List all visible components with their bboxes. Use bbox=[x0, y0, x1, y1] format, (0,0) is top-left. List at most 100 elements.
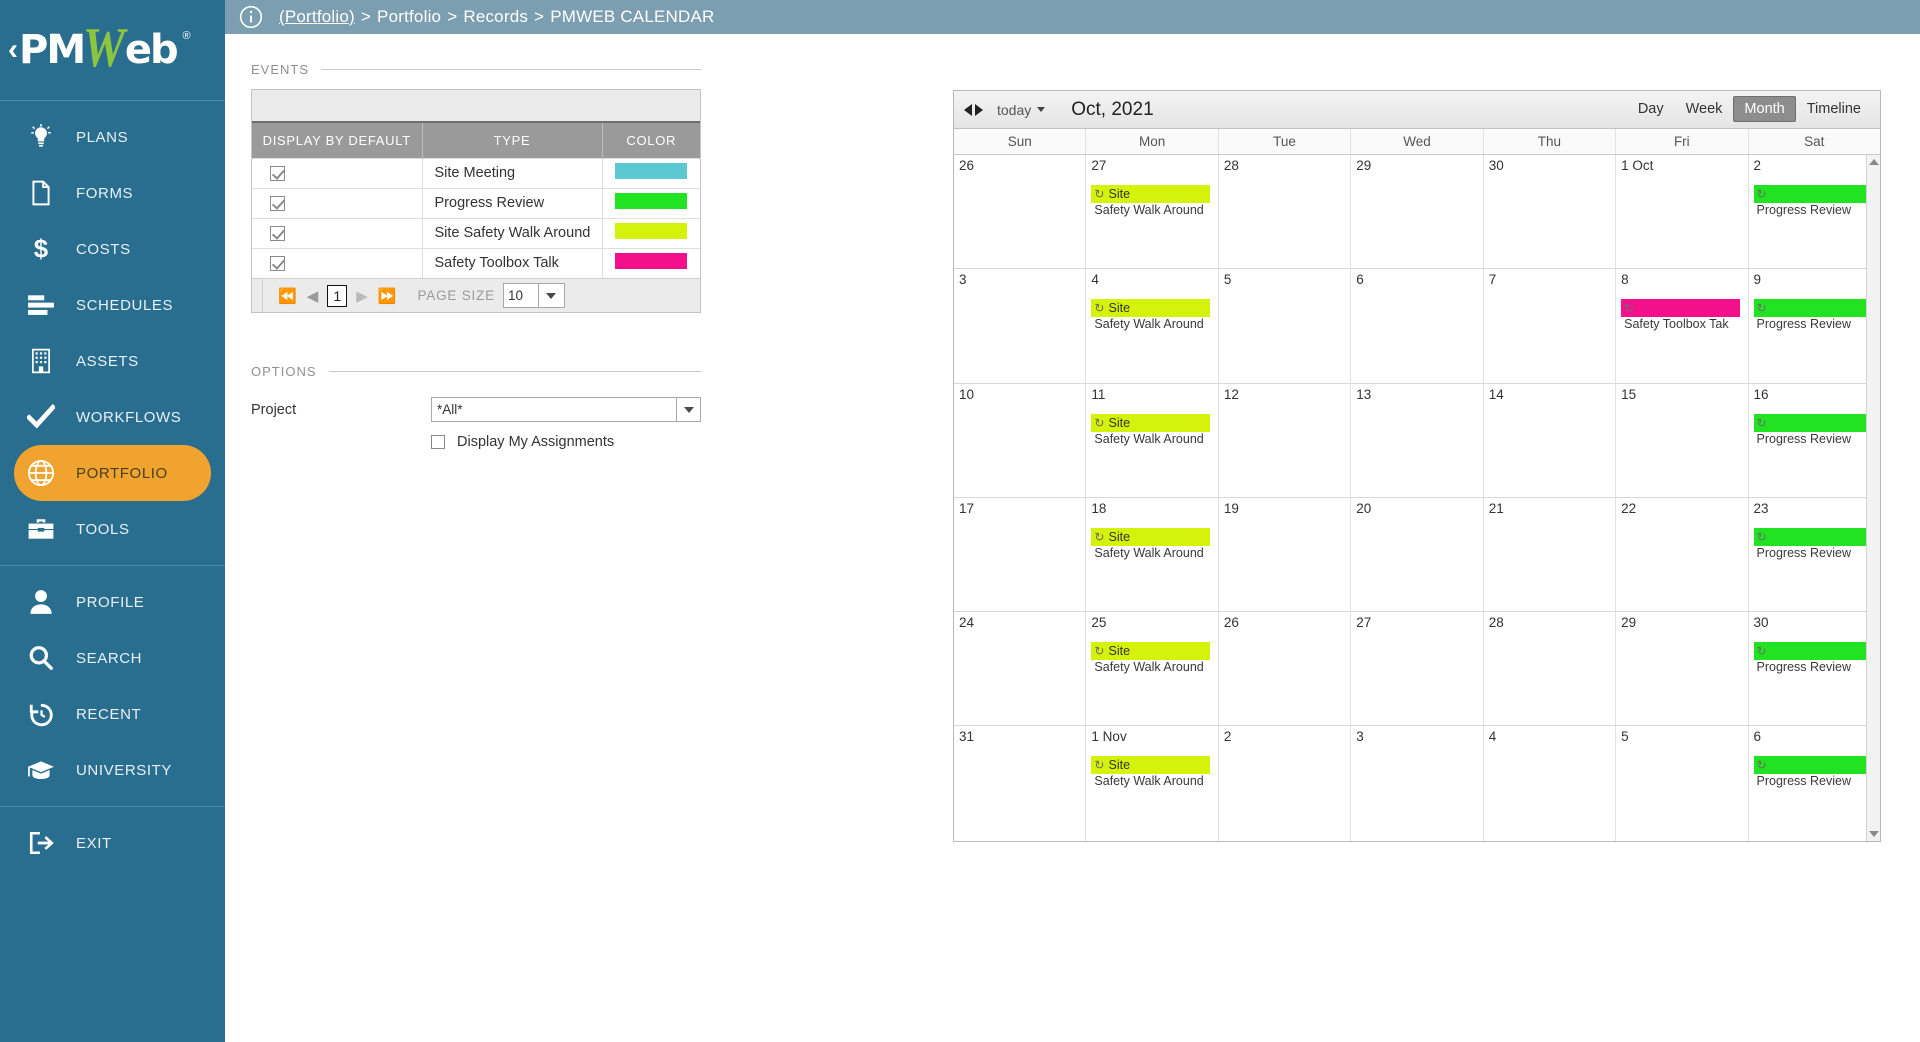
sidebar-item-search[interactable]: SEARCH bbox=[0, 630, 225, 686]
view-button-day[interactable]: Day bbox=[1627, 96, 1675, 122]
calendar-day-cell[interactable]: 21 bbox=[1484, 497, 1617, 612]
calendar-event-bar[interactable]: ↻ Site bbox=[1091, 756, 1210, 775]
calendar-event[interactable]: ↻ Site Safety Walk Around bbox=[1091, 756, 1210, 789]
calendar-day-cell[interactable]: 13 bbox=[1351, 383, 1484, 497]
calendar-day-cell[interactable]: 22 bbox=[1616, 497, 1749, 612]
calendar-day-cell[interactable]: 2 ↻ Progress Review bbox=[1749, 155, 1880, 268]
calendar-day-cell[interactable]: 29 bbox=[1351, 155, 1484, 269]
calendar-event-bar[interactable]: ↻ bbox=[1753, 185, 1872, 203]
last-page-icon[interactable]: ⏩ bbox=[378, 287, 397, 305]
calendar-day-cell[interactable]: 12 bbox=[1219, 383, 1352, 497]
calendar-day-cell[interactable]: 1 Nov ↻ Site Safety Walk Around bbox=[1086, 726, 1219, 841]
display-by-default-cell[interactable] bbox=[252, 217, 423, 248]
calendar-event-bar[interactable]: ↻ bbox=[1753, 299, 1872, 318]
calendar-event[interactable]: ↻ Progress Review bbox=[1753, 527, 1872, 561]
calendar-scrollbar[interactable] bbox=[1866, 155, 1880, 841]
next-page-icon[interactable]: ▶ bbox=[356, 287, 368, 305]
calendar-day-cell[interactable]: 19 bbox=[1219, 497, 1352, 612]
calendar-day-cell[interactable]: 28 bbox=[1484, 612, 1617, 726]
calendar-event[interactable]: ↻ Progress Review bbox=[1753, 642, 1872, 675]
display-default-checkbox[interactable] bbox=[270, 225, 285, 241]
calendar-day-cell[interactable]: 3 bbox=[954, 269, 1087, 383]
calendar-day-cell[interactable]: 24 bbox=[954, 612, 1087, 726]
table-row[interactable]: Site Meeting bbox=[252, 157, 700, 188]
table-row[interactable]: Safety Toolbox Talk bbox=[252, 247, 700, 278]
breadcrumb-part-1[interactable]: Portfolio bbox=[377, 7, 441, 26]
display-default-checkbox[interactable] bbox=[270, 165, 285, 181]
event-color-cell[interactable] bbox=[602, 247, 700, 278]
info-icon[interactable] bbox=[239, 5, 263, 29]
sidebar-item-recent[interactable]: RECENT bbox=[0, 686, 225, 742]
page-size-select[interactable]: 10 bbox=[502, 283, 565, 308]
display-default-checkbox[interactable] bbox=[270, 195, 285, 211]
display-by-default-cell[interactable] bbox=[252, 187, 423, 218]
sidebar-item-portfolio[interactable]: PORTFOLIO bbox=[14, 445, 211, 501]
calendar-day-cell[interactable]: 2 bbox=[1219, 726, 1352, 841]
calendar-day-cell[interactable]: 3 bbox=[1351, 726, 1484, 841]
calendar-day-cell[interactable]: 9 ↻ Progress Review bbox=[1749, 269, 1880, 382]
display-default-checkbox[interactable] bbox=[270, 255, 285, 271]
calendar-day-cell[interactable]: 26 bbox=[954, 155, 1087, 269]
calendar-event[interactable]: ↻ Site Safety Walk Around bbox=[1091, 413, 1210, 447]
chevron-down-icon[interactable] bbox=[537, 284, 564, 307]
calendar-day-cell[interactable]: 11 ↻ Site Safety Walk Around bbox=[1086, 383, 1219, 497]
view-button-timeline[interactable]: Timeline bbox=[1796, 96, 1872, 122]
event-color-cell[interactable] bbox=[602, 217, 700, 248]
column-header-display-by-default[interactable]: DISPLAY BY DEFAULT bbox=[252, 123, 423, 158]
today-button[interactable]: today bbox=[997, 102, 1031, 118]
calendar-event[interactable]: ↻ Safety Toolbox Tak bbox=[1621, 299, 1740, 332]
calendar-day-cell[interactable]: 17 bbox=[954, 497, 1087, 612]
calendar-day-cell[interactable]: 5 bbox=[1219, 269, 1352, 383]
chevron-down-icon[interactable] bbox=[1037, 107, 1046, 112]
calendar-day-cell[interactable]: 31 bbox=[954, 726, 1087, 841]
display-my-assignments-row[interactable]: Display My Assignments bbox=[431, 434, 701, 450]
events-grid-toolbar[interactable] bbox=[252, 90, 700, 123]
sidebar-item-schedules[interactable]: SCHEDULES bbox=[0, 277, 225, 333]
sidebar-item-forms[interactable]: FORMS bbox=[0, 165, 225, 221]
calendar-day-cell[interactable]: 15 bbox=[1616, 383, 1749, 497]
calendar-event-bar[interactable]: ↻ Site bbox=[1091, 299, 1210, 318]
project-select[interactable]: *All* bbox=[431, 397, 701, 422]
sidebar-item-university[interactable]: UNIVERSITY bbox=[0, 742, 225, 798]
chevron-down-icon[interactable] bbox=[676, 398, 700, 421]
prev-page-icon[interactable]: ◀ bbox=[307, 287, 319, 305]
calendar-day-cell[interactable]: 6 ↻ Progress Review bbox=[1749, 726, 1880, 840]
calendar-day-cell[interactable]: 14 bbox=[1484, 383, 1617, 497]
calendar-day-cell[interactable]: 10 bbox=[954, 383, 1087, 497]
calendar-event-bar[interactable]: ↻ Site bbox=[1091, 413, 1210, 432]
sidebar-item-profile[interactable]: PROFILE bbox=[0, 574, 225, 630]
calendar-day-cell[interactable]: 27 bbox=[1351, 612, 1484, 726]
event-color-cell[interactable] bbox=[602, 187, 700, 218]
event-color-cell[interactable] bbox=[602, 157, 700, 188]
calendar-event-bar[interactable]: ↻ bbox=[1753, 642, 1872, 661]
current-page-number[interactable]: 1 bbox=[327, 284, 348, 307]
calendar-event[interactable]: ↻ Progress Review bbox=[1753, 756, 1872, 789]
calendar-event[interactable]: ↻ Progress Review bbox=[1753, 185, 1872, 218]
calendar-event[interactable]: ↻ Site Safety Walk Around bbox=[1091, 185, 1210, 218]
column-header-color[interactable]: COLOR bbox=[602, 123, 700, 158]
calendar-day-cell[interactable]: 27 ↻ Site Safety Walk Around bbox=[1086, 155, 1219, 269]
calendar-day-cell[interactable]: 8 ↻ Safety Toolbox Tak bbox=[1616, 269, 1749, 383]
calendar-event[interactable]: ↻ Progress Review bbox=[1753, 299, 1872, 332]
calendar-day-cell[interactable]: 28 bbox=[1219, 155, 1352, 269]
view-button-week[interactable]: Week bbox=[1675, 96, 1734, 122]
scroll-down-icon[interactable] bbox=[1867, 827, 1881, 841]
calendar-event[interactable]: ↻ Site Safety Walk Around bbox=[1091, 642, 1210, 675]
table-row[interactable]: Progress Review bbox=[252, 187, 700, 218]
sidebar-item-costs[interactable]: $ COSTS bbox=[0, 221, 225, 277]
sidebar-item-plans[interactable]: PLANS bbox=[0, 109, 225, 165]
display-by-default-cell[interactable] bbox=[252, 157, 423, 188]
breadcrumb-root-link[interactable]: (Portfolio) bbox=[279, 7, 355, 26]
calendar-event[interactable]: ↻ Progress Review bbox=[1753, 413, 1872, 447]
calendar-event-bar[interactable]: ↻ bbox=[1753, 756, 1872, 775]
calendar-day-cell[interactable]: 4 ↻ Site Safety Walk Around bbox=[1086, 269, 1219, 383]
calendar-event-bar[interactable]: ↻ bbox=[1621, 299, 1740, 318]
calendar-day-cell[interactable]: 7 bbox=[1484, 269, 1617, 383]
display-by-default-cell[interactable] bbox=[252, 247, 423, 278]
collapse-sidebar-chevron-icon[interactable]: ‹ bbox=[8, 35, 18, 65]
calendar-day-cell[interactable]: 23 ↻ Progress Review bbox=[1749, 498, 1880, 611]
sidebar-item-workflows[interactable]: WORKFLOWS bbox=[0, 389, 225, 445]
calendar-event-bar[interactable]: ↻ bbox=[1753, 413, 1872, 432]
first-page-icon[interactable]: ⏪ bbox=[278, 287, 297, 305]
calendar-nav-arrows[interactable] bbox=[964, 103, 983, 116]
